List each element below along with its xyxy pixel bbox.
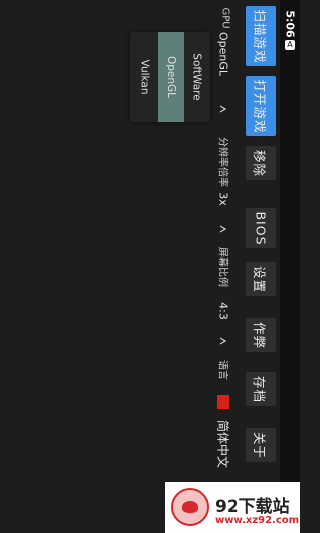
resolution-chevron-down-icon[interactable] bbox=[218, 224, 228, 234]
gpu-label: GPU bbox=[219, 7, 231, 29]
scan-games-button[interactable]: 扫描游戏 bbox=[246, 6, 276, 66]
status-time: 5:06 bbox=[283, 10, 297, 38]
cheats-button[interactable]: 作弊 bbox=[246, 318, 276, 352]
app-screen: 5:06 A 扫描游戏 打开游戏 移除 BIOS 设置 作弊 存档 关于 GPU… bbox=[0, 0, 300, 533]
gpu-option-opengl[interactable]: OpenGL bbox=[158, 32, 184, 122]
gpu-value[interactable]: OpenGL bbox=[217, 32, 230, 76]
watermark-title: 92下载站 bbox=[215, 497, 290, 517]
settings-label: 设置 bbox=[252, 265, 268, 293]
about-label: 关于 bbox=[252, 431, 268, 459]
language-value[interactable]: 简体中文 bbox=[215, 420, 232, 468]
settings-button[interactable]: 设置 bbox=[246, 262, 276, 296]
scan-games-label: 扫描游戏 bbox=[252, 8, 268, 64]
language-label: 语言 bbox=[216, 360, 228, 380]
cheats-label: 作弊 bbox=[252, 321, 268, 349]
aspect-chevron-down-icon[interactable] bbox=[218, 336, 228, 346]
remove-button[interactable]: 移除 bbox=[246, 146, 276, 180]
aspect-label: 屏幕比例 bbox=[216, 247, 228, 287]
resolution-value[interactable]: 3x bbox=[217, 192, 230, 206]
gpu-option-software[interactable]: SoftWare bbox=[184, 32, 210, 122]
resolution-label: 分辨率倍率 bbox=[216, 137, 228, 187]
watermark-logo-icon bbox=[171, 488, 209, 526]
aspect-value[interactable]: 4:3 bbox=[217, 302, 230, 320]
saves-label: 存档 bbox=[252, 375, 268, 403]
watermark: 92下载站 www.xz92.com bbox=[165, 482, 300, 533]
about-button[interactable]: 关于 bbox=[246, 428, 276, 462]
watermark-url: www.xz92.com bbox=[215, 515, 300, 526]
status-bar: 5:06 A bbox=[280, 0, 300, 533]
bios-button[interactable]: BIOS bbox=[246, 208, 276, 248]
china-flag-icon bbox=[217, 395, 229, 409]
gpu-dropdown: SoftWare OpenGL Vulkan bbox=[130, 32, 210, 122]
remove-label: 移除 bbox=[252, 149, 268, 177]
bios-label: BIOS bbox=[253, 210, 269, 246]
notification-icon: A bbox=[285, 40, 295, 50]
gpu-option-vulkan[interactable]: Vulkan bbox=[132, 32, 158, 122]
open-game-label: 打开游戏 bbox=[252, 78, 268, 134]
gpu-chevron-down-icon[interactable] bbox=[218, 104, 228, 114]
saves-button[interactable]: 存档 bbox=[246, 372, 276, 406]
open-game-button[interactable]: 打开游戏 bbox=[246, 76, 276, 136]
